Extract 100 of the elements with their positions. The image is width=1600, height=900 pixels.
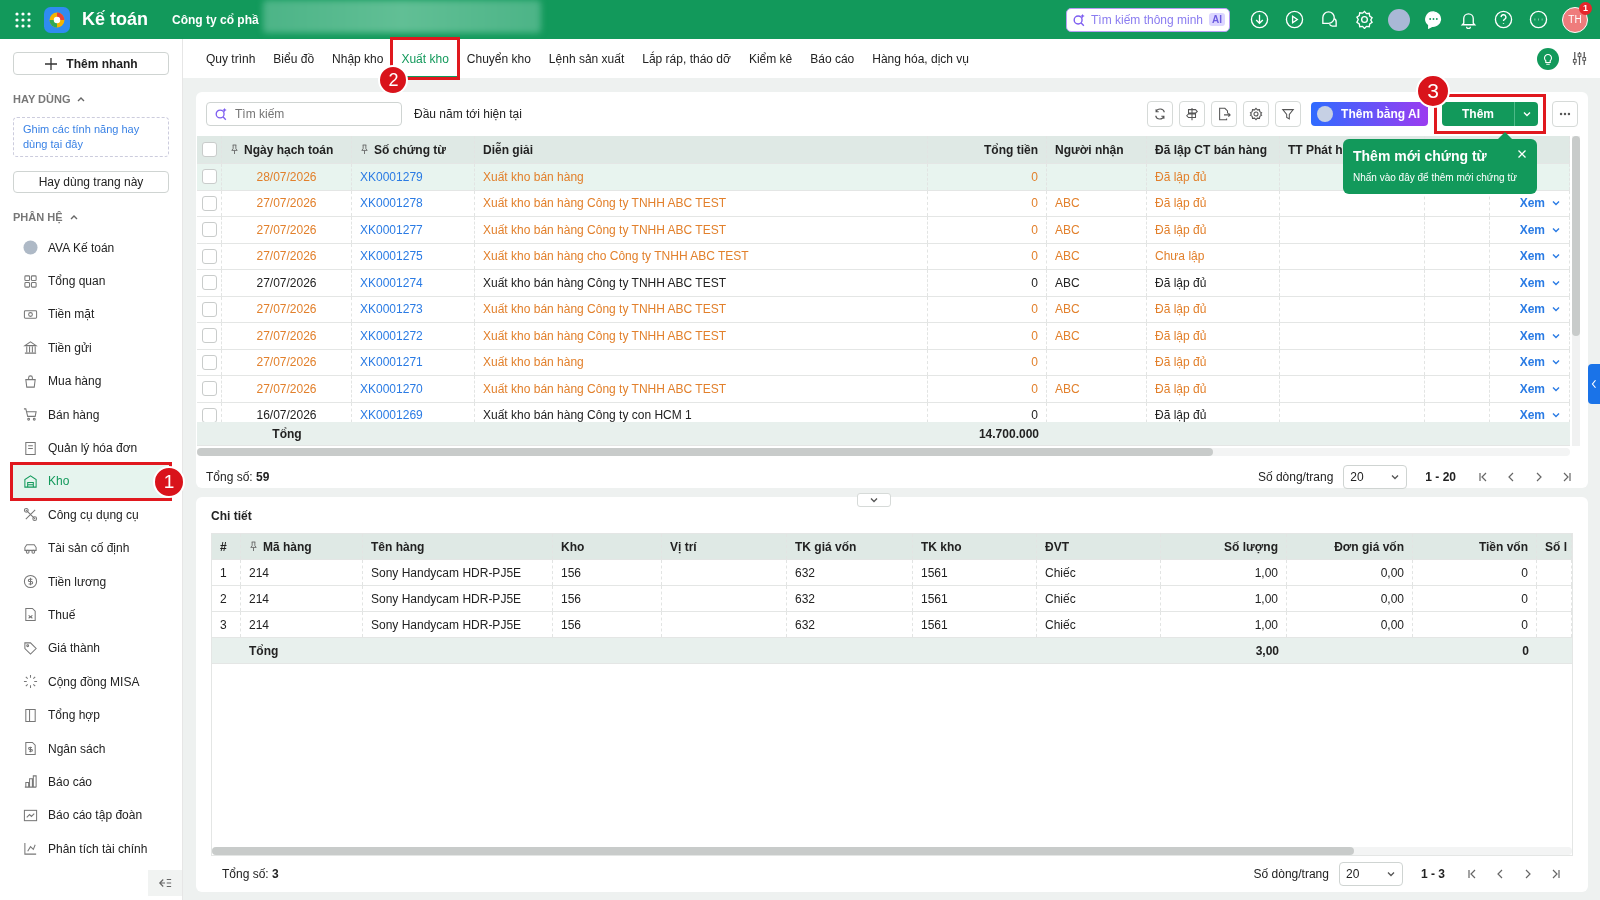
user-avatar[interactable] bbox=[1388, 8, 1410, 31]
collapse-sidebar-button[interactable] bbox=[148, 870, 182, 896]
column-header[interactable]: TT Phát h bbox=[1288, 142, 1343, 157]
view-link[interactable]: Xem bbox=[1519, 355, 1545, 370]
signpost-button[interactable] bbox=[1179, 101, 1206, 127]
sidebar-item[interactable]: Tiền lương bbox=[13, 564, 169, 599]
voucher-link[interactable]: XK0001274 bbox=[360, 275, 423, 290]
download-icon[interactable] bbox=[1250, 10, 1269, 29]
voucher-link[interactable]: XK0001273 bbox=[360, 302, 423, 317]
side-drawer-toggle[interactable] bbox=[1588, 364, 1600, 404]
add-options-button[interactable] bbox=[1514, 102, 1538, 126]
view-link[interactable]: Xem bbox=[1519, 408, 1545, 422]
ai-add-button[interactable]: Thêm bằng AI bbox=[1311, 102, 1428, 126]
vertical-scrollbar[interactable] bbox=[1572, 136, 1580, 446]
first-page-icon[interactable] bbox=[1466, 868, 1478, 880]
sidebar-item[interactable]: Công cụ dụng cụ bbox=[13, 498, 169, 532]
collapse-detail-button[interactable] bbox=[857, 493, 891, 507]
sidebar-item[interactable]: Quản lý hóa đơn bbox=[13, 431, 169, 465]
tab[interactable]: Lắp ráp, tháo dỡ bbox=[633, 39, 740, 78]
view-link[interactable]: Xem bbox=[1519, 249, 1545, 264]
column-header[interactable]: ĐVT bbox=[1045, 539, 1069, 554]
column-header[interactable]: Ngày hạch toán bbox=[244, 142, 334, 157]
last-page-icon[interactable] bbox=[1561, 471, 1573, 483]
voucher-link[interactable]: XK0001272 bbox=[360, 328, 423, 343]
period-filter[interactable]: Đầu năm tới hiện tại bbox=[414, 107, 522, 121]
page-size-select[interactable]: 20 bbox=[1339, 862, 1403, 886]
column-header[interactable]: Số chứng từ bbox=[374, 142, 447, 157]
row-checkbox[interactable] bbox=[201, 222, 217, 238]
voucher-link[interactable]: XK0001270 bbox=[360, 381, 423, 396]
sidebar-item[interactable]: Báo cáo bbox=[13, 765, 169, 799]
sidebar-item[interactable]: Mua hàng bbox=[13, 364, 169, 398]
pin-icon[interactable] bbox=[249, 541, 258, 552]
export-button[interactable] bbox=[1211, 101, 1238, 127]
voucher-link[interactable]: XK0001269 bbox=[360, 408, 423, 422]
row-checkbox[interactable] bbox=[201, 407, 217, 422]
column-header[interactable]: Tổng tiền bbox=[984, 142, 1038, 157]
voucher-link[interactable]: XK0001275 bbox=[360, 249, 423, 264]
tab[interactable]: Báo cáo bbox=[801, 39, 864, 78]
favorite-page-button[interactable]: Hay dùng trang này bbox=[13, 171, 169, 193]
sidebar-item[interactable]: AVA Kế toán bbox=[13, 231, 169, 265]
quick-add-button[interactable]: Thêm nhanh bbox=[13, 52, 169, 75]
sidebar-item[interactable]: Bán hàng bbox=[13, 397, 169, 432]
sliders-icon[interactable] bbox=[1571, 50, 1588, 67]
table-row[interactable]: 27/07/2026 XK0001271 Xuất kho bán hàng 0 Đã lập đủ Xem bbox=[197, 349, 1570, 376]
company-name[interactable]: Công ty cổ phầ bbox=[172, 12, 259, 27]
more-icon[interactable] bbox=[1529, 10, 1548, 29]
column-header[interactable]: TK giá vốn bbox=[795, 539, 857, 554]
column-header[interactable]: TK kho bbox=[921, 539, 962, 554]
column-header[interactable]: Tiền vốn bbox=[1478, 539, 1528, 554]
close-icon[interactable] bbox=[1517, 149, 1527, 159]
view-link[interactable]: Xem bbox=[1519, 328, 1545, 343]
column-header[interactable]: Đơn giá vốn bbox=[1334, 539, 1404, 554]
table-row[interactable]: 27/07/2026 XK0001270 Xuất kho bán hàng Công ty TNHH ABC TEST 0 ABC Đã lập đủ Xem bbox=[197, 376, 1570, 403]
row-checkbox[interactable] bbox=[201, 169, 217, 185]
sidebar-item[interactable]: Tổng quan bbox=[13, 264, 169, 298]
sidebar-item[interactable]: Tài sản cố định bbox=[13, 531, 169, 565]
voucher-link[interactable]: XK0001279 bbox=[360, 169, 423, 184]
pin-icon[interactable] bbox=[360, 144, 369, 155]
tab[interactable]: Hàng hóa, dịch vụ bbox=[863, 39, 978, 78]
message-icon[interactable] bbox=[1424, 10, 1443, 29]
last-page-icon[interactable] bbox=[1550, 868, 1562, 880]
table-row[interactable]: 27/07/2026 XK0001272 Xuất kho bán hàng Công ty TNHH ABC TEST 0 ABC Đã lập đủ Xem bbox=[197, 323, 1570, 350]
view-link[interactable]: Xem bbox=[1519, 275, 1545, 290]
refresh-button[interactable] bbox=[1147, 101, 1174, 127]
column-header[interactable]: Diễn giải bbox=[483, 142, 533, 157]
column-header[interactable]: Tên hàng bbox=[371, 539, 425, 554]
add-button[interactable]: Thêm bbox=[1442, 102, 1514, 126]
help-icon[interactable] bbox=[1494, 10, 1513, 29]
column-header[interactable]: # bbox=[220, 539, 227, 554]
sidebar-item[interactable]: Cộng đồng MISA bbox=[13, 665, 169, 699]
table-row[interactable]: 27/07/2026 XK0001274 Xuất kho bán hàng Công ty TNHH ABC TEST 0 ABC Đã lập đủ Xem bbox=[197, 270, 1570, 297]
table-row[interactable]: 27/07/2026 XK0001273 Xuất kho bán hàng Công ty TNHH ABC TEST 0 ABC Đã lập đủ Xem bbox=[197, 296, 1570, 323]
tab[interactable]: Lệnh sản xuất bbox=[539, 39, 634, 78]
bell-icon[interactable] bbox=[1459, 10, 1478, 29]
row-checkbox[interactable] bbox=[201, 328, 217, 344]
sidebar-item[interactable]: Báo cáo tập đoàn bbox=[13, 798, 169, 833]
column-header[interactable]: Kho bbox=[561, 539, 585, 554]
column-header[interactable]: Vị trí bbox=[670, 539, 697, 554]
row-checkbox[interactable] bbox=[201, 275, 217, 291]
filter-button[interactable] bbox=[1275, 101, 1302, 127]
horizontal-scrollbar[interactable] bbox=[197, 448, 1570, 456]
apps-grid-icon[interactable] bbox=[14, 10, 32, 29]
settings-icon[interactable] bbox=[1355, 10, 1374, 29]
voucher-link[interactable]: XK0001278 bbox=[360, 196, 423, 211]
column-header[interactable]: Đã lập CT bán hàng bbox=[1155, 142, 1267, 157]
row-checkbox[interactable] bbox=[201, 354, 217, 370]
table-row[interactable]: 27/07/2026 XK0001277 Xuất kho bán hàng Công ty TNHH ABC TEST 0 ABC Đã lập đủ Xem bbox=[197, 217, 1570, 244]
voucher-link[interactable]: XK0001277 bbox=[360, 222, 423, 237]
tab[interactable]: Kiểm kê bbox=[739, 39, 802, 78]
column-header[interactable]: Số l bbox=[1545, 539, 1567, 554]
chat-bubbles-icon[interactable] bbox=[1320, 10, 1339, 29]
sidebar-item[interactable]: Thuế bbox=[13, 598, 169, 632]
column-header[interactable]: Người nhận bbox=[1055, 142, 1124, 157]
sidebar-item[interactable]: Tiền gửi bbox=[13, 331, 169, 365]
view-link[interactable]: Xem bbox=[1519, 222, 1545, 237]
column-header[interactable]: Số lượng bbox=[1224, 539, 1278, 554]
tab[interactable]: Chuyển kho bbox=[457, 39, 540, 78]
row-checkbox[interactable] bbox=[201, 248, 217, 264]
tips-button[interactable] bbox=[1537, 47, 1559, 70]
view-link[interactable]: Xem bbox=[1519, 302, 1545, 317]
